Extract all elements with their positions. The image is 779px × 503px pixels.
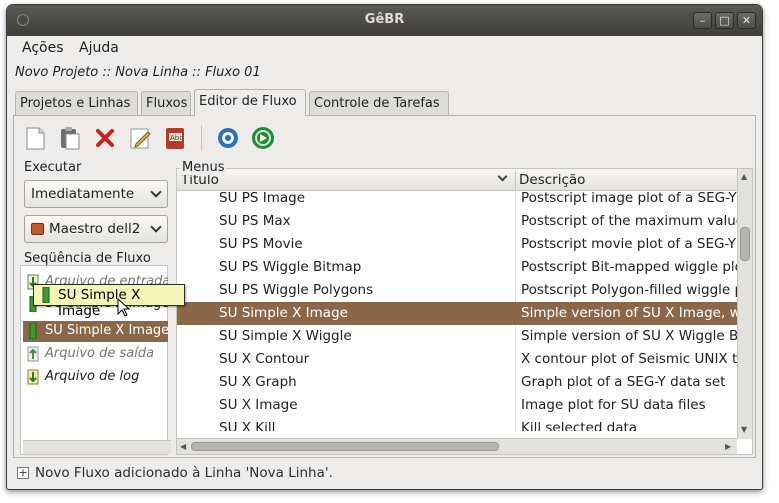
row-title: SU PS Wiggle Bitmap — [219, 259, 362, 275]
sequence-label: Seqüência de Fluxo — [22, 251, 153, 266]
row-desc: Postscript of the maximum value — [521, 213, 737, 229]
row-desc: Postscript Polygon-filled wiggle p — [521, 282, 737, 298]
execute-mode-combo[interactable]: Imediatamente — [24, 180, 168, 208]
table-row[interactable]: SU PS Wiggle Polygons Postscript Polygon-… — [177, 279, 737, 302]
column-divider — [515, 171, 516, 189]
status-bar: + Novo Fluxo adicionado à Linha 'Nova Li… — [13, 461, 756, 487]
scroll-down-icon[interactable]: ▼ — [741, 425, 747, 434]
menus-vertical-scrollbar[interactable]: ▲ ▼ — [737, 169, 752, 439]
expand-log-icon[interactable]: + — [17, 467, 29, 479]
sort-chevron-icon[interactable] — [497, 171, 508, 182]
row-title: SU PS Wiggle Polygons — [219, 282, 374, 298]
row-desc: Simple version of SU X Image, wit — [521, 305, 737, 321]
maestro-icon — [31, 223, 44, 235]
table-row[interactable]: SU PS Image Postscript image plot of a SE… — [177, 191, 737, 210]
minimize-button[interactable]: – — [693, 12, 712, 29]
configure-icon[interactable] — [215, 125, 241, 151]
flow-item-program-selected[interactable]: SU Simple X Image — [23, 321, 168, 342]
row-desc: Graph plot of a SEG-Y data set — [521, 374, 726, 390]
tab-projetos-e-linhas[interactable]: Projetos e Linhas — [15, 91, 138, 115]
tab-editor-de-fluxo[interactable]: Editor de Fluxo — [194, 89, 306, 116]
window-title: GêBR — [364, 12, 405, 27]
chevron-down-icon — [150, 221, 162, 233]
menu-bar: Ações Ajuda — [7, 36, 762, 62]
row-title: SU PS Movie — [219, 236, 303, 252]
close-button[interactable]: ✕ — [737, 12, 756, 29]
flow-item-label: Arquivo de saída — [45, 346, 155, 361]
table-row[interactable]: SU X Contour X contour plot of Seismic UN… — [177, 348, 737, 371]
flow-horizontal-scrollbar[interactable] — [23, 440, 171, 454]
table-row[interactable]: SU X Kill Kill selected data — [177, 417, 737, 431]
vertical-scroll-thumb[interactable] — [740, 227, 750, 261]
toolbar-separator — [201, 125, 202, 151]
title-bar[interactable]: GêBR – □ ✕ — [7, 5, 762, 36]
column-header: Título Descrição — [177, 169, 737, 191]
row-title: SU PS Max — [219, 213, 291, 229]
row-title: SU Simple X Image — [219, 305, 348, 321]
scroll-right-icon[interactable]: ▶ — [725, 442, 731, 451]
menus-rows: SU PS Image Postscript image plot of a SE… — [177, 191, 737, 431]
chevron-down-icon — [150, 186, 162, 198]
row-desc: Postscript Bit-mapped wiggle plo — [521, 259, 737, 275]
program-icon — [42, 287, 50, 303]
help-icon[interactable]: Abc — [162, 125, 188, 151]
column-descricao[interactable]: Descrição — [519, 172, 585, 188]
table-row[interactable]: SU X Graph Graph plot of a SEG-Y data set — [177, 371, 737, 394]
tab-controle-de-tarefas[interactable]: Controle de Tarefas — [309, 91, 449, 115]
new-program-icon[interactable] — [22, 125, 48, 151]
row-title: SU Simple X Wiggle — [219, 328, 352, 344]
paste-icon[interactable] — [57, 125, 83, 151]
delete-icon[interactable] — [92, 125, 118, 151]
row-title: SU X Graph — [219, 374, 297, 390]
run-icon[interactable] — [250, 125, 276, 151]
table-row[interactable]: SU PS Wiggle Bitmap Postscript Bit-mapped… — [177, 256, 737, 279]
table-row[interactable]: SU PS Max Postscript of the maximum value — [177, 210, 737, 233]
execute-mode-value: Imediatamente — [31, 186, 135, 202]
edit-icon[interactable] — [127, 125, 153, 151]
menus-label: Menus — [180, 160, 227, 175]
flow-item-log[interactable]: Arquivo de log — [23, 367, 168, 388]
maestro-combo[interactable]: Maestro dell2 — [24, 215, 168, 243]
status-text: Novo Fluxo adicionado à Linha 'Nova Linh… — [35, 465, 333, 481]
row-desc: X contour plot of Seismic UNIX tr — [521, 351, 737, 367]
program-icon — [29, 323, 37, 339]
scroll-left-icon[interactable]: ◀ — [180, 442, 186, 451]
maestro-value: Maestro dell2 — [49, 221, 141, 237]
row-title: SU X Image — [219, 397, 298, 413]
toolbar: Abc — [22, 120, 276, 156]
output-arrow-icon — [27, 346, 39, 362]
horizontal-scroll-thumb[interactable] — [191, 442, 499, 451]
mouse-cursor-icon — [117, 298, 131, 317]
tab-fluxos[interactable]: Fluxos — [141, 91, 191, 115]
row-desc: Kill selected data — [521, 420, 638, 431]
menus-pane: Menus Título Descrição SU PS Image Postsc… — [176, 160, 753, 455]
menus-horizontal-scrollbar[interactable]: ◀ ▶ — [177, 438, 737, 454]
app-window: GêBR – □ ✕ Ações Ajuda Novo Projeto :: N… — [6, 4, 763, 490]
table-row[interactable]: SU Simple X Wiggle Simple version of SU X… — [177, 325, 737, 348]
maximize-button[interactable]: □ — [715, 12, 734, 29]
log-arrow-icon — [27, 369, 39, 385]
table-row[interactable]: SU PS Movie Postscript movie plot of a SE… — [177, 233, 737, 256]
row-title: SU X Kill — [219, 420, 276, 431]
flow-item-label: SU Simple X Image — [45, 323, 168, 338]
execute-label: Executar — [22, 160, 84, 175]
menus-tree[interactable]: Título Descrição SU PS Image Postscript i… — [176, 168, 753, 455]
menu-ajuda[interactable]: Ajuda — [79, 40, 119, 56]
table-row-selected[interactable]: SU Simple X Image Simple version of SU X … — [177, 302, 737, 325]
table-row[interactable]: SU X Image Image plot for SU data files — [177, 394, 737, 417]
breadcrumb: Novo Projeto :: Nova Linha :: Fluxo 01 — [15, 65, 261, 80]
flow-item-label: Arquivo de log — [45, 369, 140, 384]
menu-acoes[interactable]: Ações — [22, 40, 64, 56]
row-title: SU PS Image — [219, 191, 306, 206]
drag-tooltip: SU Simple X Image — [33, 284, 185, 319]
scroll-up-icon[interactable]: ▲ — [741, 172, 747, 181]
row-desc: Postscript image plot of a SEG-Y — [521, 191, 737, 206]
svg-text:Abc: Abc — [170, 134, 183, 142]
row-desc: Simple version of SU X Wiggle Bit — [521, 328, 737, 344]
row-title: SU X Contour — [219, 351, 310, 367]
row-desc: Image plot for SU data files — [521, 397, 706, 413]
flow-item-output[interactable]: Arquivo de saída — [23, 344, 168, 365]
row-desc: Postscript movie plot of a SEG-Y — [521, 236, 737, 252]
